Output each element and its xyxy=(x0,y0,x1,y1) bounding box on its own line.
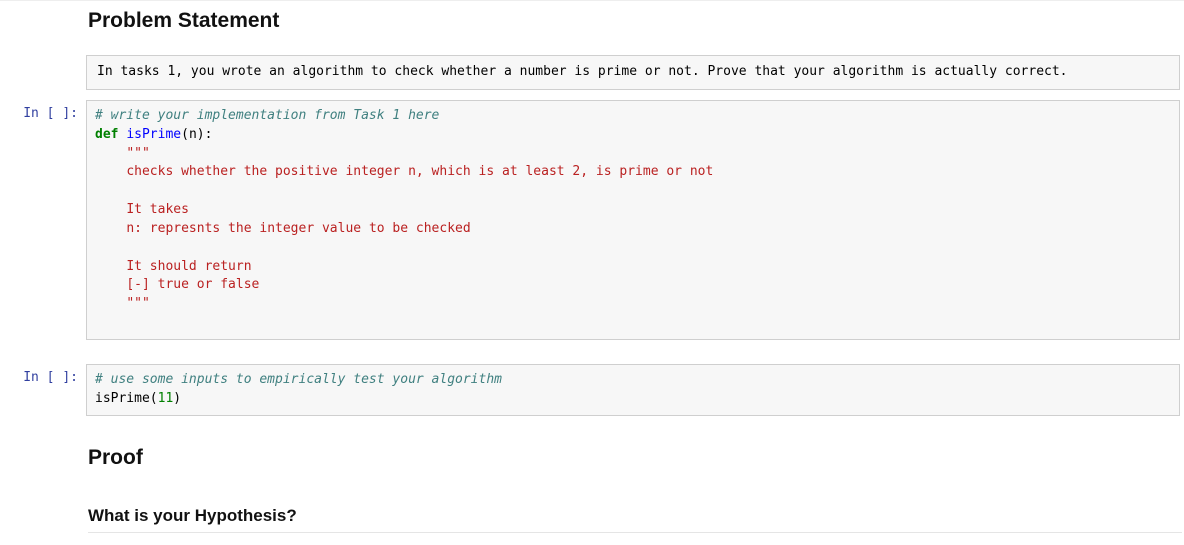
indent xyxy=(95,259,126,274)
heading-proof: Proof xyxy=(88,446,1182,470)
prompt-empty: In [ ]: xyxy=(0,442,86,469)
param-n: n xyxy=(189,127,197,142)
markdown-cell-hypothesis: In [ ]: What is your Hypothesis? xyxy=(0,496,1184,541)
code-comment: # use some inputs to empirically test yo… xyxy=(95,372,502,387)
prompt-empty: In [ ]: xyxy=(0,5,86,32)
code-editor-2[interactable]: # use some inputs to empirically test yo… xyxy=(86,364,1180,416)
heading-problem-statement: Problem Statement xyxy=(88,9,1182,33)
prompt-empty: In [ ]: xyxy=(0,55,86,82)
docstring-close: """ xyxy=(126,296,149,311)
notebook: In [ ]: Problem Statement In [ ]: In tas… xyxy=(0,0,1184,541)
indent xyxy=(95,221,126,236)
prompt-empty: In [ ]: xyxy=(0,498,86,525)
code-body: # write your implementation from Task 1 … xyxy=(86,100,1184,340)
markdown-cell-proof: In [ ]: Proof xyxy=(0,440,1184,486)
keyword-def: def xyxy=(95,127,118,142)
input-prompt: In [ ]: xyxy=(0,100,86,127)
markdown-cell-problem-text: In [ ]: In tasks 1, you wrote an algorit… xyxy=(0,53,1184,92)
function-name: isPrime xyxy=(126,127,181,142)
markdown-body[interactable]: In tasks 1, you wrote an algorithm to ch… xyxy=(86,55,1184,90)
markdown-body[interactable]: Proof xyxy=(86,442,1184,484)
divider xyxy=(88,532,1182,533)
markdown-cell-problem-heading: In [ ]: Problem Statement xyxy=(0,3,1184,49)
docstring-line: n: represnts the integer value to be che… xyxy=(126,221,470,236)
indent xyxy=(95,202,126,217)
docstring-line: It should return xyxy=(126,259,251,274)
code-cell-2: In [ ]: # use some inputs to empirically… xyxy=(0,362,1184,418)
problem-statement-text: In tasks 1, you wrote an algorithm to ch… xyxy=(86,55,1180,90)
code-body: # use some inputs to empirically test yo… xyxy=(86,364,1184,416)
paren-open: ( xyxy=(150,391,158,406)
indent xyxy=(95,296,126,311)
markdown-body[interactable]: What is your Hypothesis? xyxy=(86,498,1184,539)
heading-hypothesis: What is your Hypothesis? xyxy=(88,506,1182,526)
paren-close: ): xyxy=(197,127,213,142)
number-11: 11 xyxy=(158,391,174,406)
code-cell-1: In [ ]: # write your implementation from… xyxy=(0,98,1184,342)
indent xyxy=(95,146,126,161)
docstring-open: """ xyxy=(126,146,149,161)
docstring-line: [-] true or false xyxy=(126,277,259,292)
indent xyxy=(95,277,126,292)
code-editor-1[interactable]: # write your implementation from Task 1 … xyxy=(86,100,1180,340)
indent xyxy=(95,164,126,179)
call-fn: isPrime xyxy=(95,391,150,406)
paren-open: ( xyxy=(181,127,189,142)
code-comment: # write your implementation from Task 1 … xyxy=(95,108,439,123)
docstring-line: It takes xyxy=(126,202,189,217)
indent xyxy=(95,315,126,330)
markdown-body[interactable]: Problem Statement xyxy=(86,5,1184,47)
paren-close: ) xyxy=(173,391,181,406)
docstring-line: checks whether the positive integer n, w… xyxy=(126,164,713,179)
input-prompt: In [ ]: xyxy=(0,364,86,391)
